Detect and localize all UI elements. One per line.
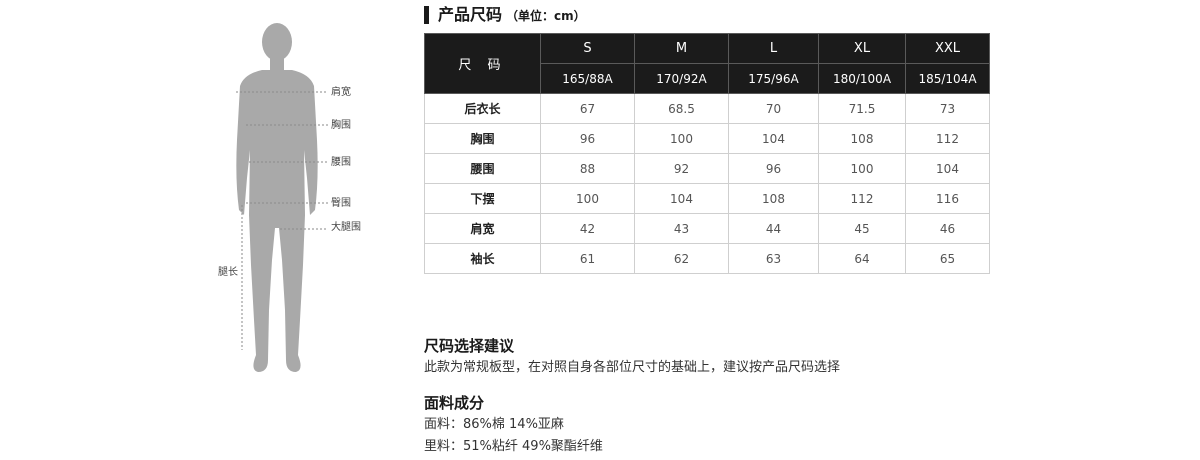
- fabric-lining: 里料：51%粘纤 49%聚酯纤维: [424, 439, 603, 454]
- table-cell: 63: [728, 243, 819, 274]
- table-cell: 43: [634, 213, 729, 244]
- row-label: 后衣长: [424, 93, 541, 124]
- label-thigh: 大腿围: [331, 222, 361, 233]
- table-cell: 108: [818, 123, 906, 154]
- fabric-heading: 面料成分: [424, 394, 485, 412]
- table-cell: 104: [905, 153, 990, 184]
- size-header: XL: [818, 33, 906, 64]
- table-cell: 67: [540, 93, 635, 124]
- spec-header: 170/92A: [634, 63, 729, 94]
- table-cell: 92: [634, 153, 729, 184]
- table-cell: 108: [728, 183, 819, 214]
- row-label: 胸围: [424, 123, 541, 154]
- advice-heading: 尺码选择建议: [424, 337, 515, 355]
- table-cell: 88: [540, 153, 635, 184]
- size-header: L: [728, 33, 819, 64]
- row-label: 腰围: [424, 153, 541, 184]
- table-cell: 100: [634, 123, 729, 154]
- row-label: 袖长: [424, 243, 541, 274]
- table-cell: 104: [634, 183, 729, 214]
- size-header: S: [540, 33, 635, 64]
- corner-label: 尺 码: [424, 33, 541, 94]
- table-cell: 46: [905, 213, 990, 244]
- label-leg: 腿长: [218, 267, 238, 278]
- table-cell: 100: [540, 183, 635, 214]
- spec-header: 185/104A: [905, 63, 990, 94]
- table-cell: 62: [634, 243, 729, 274]
- table-row: 下摆 100 104 108 112 116: [424, 183, 990, 214]
- table-cell: 96: [728, 153, 819, 184]
- advice-text: 此款为常规板型，在对照自身各部位尺寸的基础上，建议按产品尺码选择: [424, 360, 841, 375]
- table-cell: 70: [728, 93, 819, 124]
- table-cell: 73: [905, 93, 990, 124]
- table-cell: 116: [905, 183, 990, 214]
- title-text: 产品尺码: [438, 5, 503, 24]
- table-cell: 96: [540, 123, 635, 154]
- table-cell: 104: [728, 123, 819, 154]
- title-marker: [424, 6, 429, 24]
- row-label: 下摆: [424, 183, 541, 214]
- page-title: 产品尺码 （单位：cm）: [438, 4, 586, 27]
- table-cell: 64: [818, 243, 906, 274]
- table-cell: 112: [905, 123, 990, 154]
- table-row: 袖长 61 62 63 64 65: [424, 243, 990, 274]
- body-measurement-figure: 肩宽 胸围 腰围 臀围 大腿围 腿长: [200, 10, 400, 390]
- size-chart-table: 尺 码 S M L XL XXL 165/88A 170/92A 175/96A…: [424, 33, 990, 274]
- table-cell: 61: [540, 243, 635, 274]
- table-row: 胸围 96 100 104 108 112: [424, 123, 990, 154]
- row-label: 肩宽: [424, 213, 541, 244]
- size-header-row: 尺 码 S M L XL XXL: [424, 33, 990, 94]
- label-shoulder: 肩宽: [331, 87, 351, 98]
- body-silhouette: [236, 23, 328, 372]
- spec-header: 165/88A: [540, 63, 635, 94]
- table-cell: 100: [818, 153, 906, 184]
- table-cell: 112: [818, 183, 906, 214]
- table-cell: 44: [728, 213, 819, 244]
- size-header: M: [634, 33, 729, 64]
- table-row: 肩宽 42 43 44 45 46: [424, 213, 990, 244]
- label-hip: 臀围: [331, 198, 351, 209]
- table-row: 后衣长 67 68.5 70 71.5 73: [424, 93, 990, 124]
- table-cell: 65: [905, 243, 990, 274]
- table-cell: 42: [540, 213, 635, 244]
- label-waist: 腰围: [331, 157, 351, 168]
- title-unit: （单位：cm）: [506, 9, 586, 23]
- size-header: XXL: [905, 33, 990, 64]
- table-cell: 71.5: [818, 93, 906, 124]
- table-cell: 68.5: [634, 93, 729, 124]
- fabric-face: 面料：86%棉 14%亚麻: [424, 417, 564, 432]
- table-row: 腰围 88 92 96 100 104: [424, 153, 990, 184]
- spec-header: 180/100A: [818, 63, 906, 94]
- spec-header: 175/96A: [728, 63, 819, 94]
- label-chest: 胸围: [331, 120, 351, 131]
- table-cell: 45: [818, 213, 906, 244]
